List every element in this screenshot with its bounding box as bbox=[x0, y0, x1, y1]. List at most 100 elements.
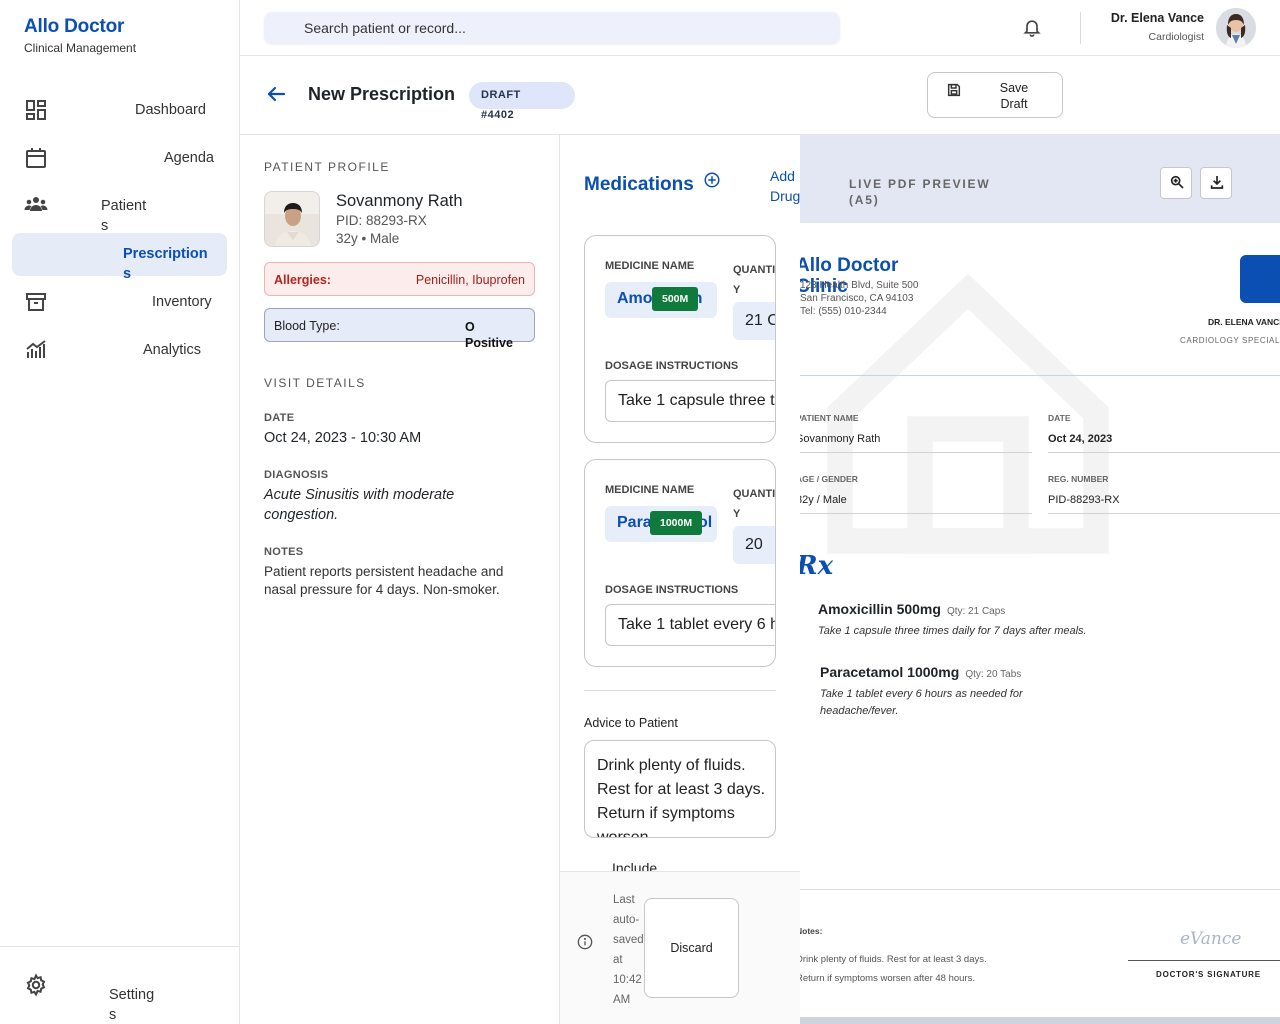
quantity-value: 21 Caps bbox=[745, 312, 775, 329]
patient-pid: PID: 88293-RX bbox=[336, 213, 427, 228]
preview-header: LIVE PDF PREVIEW (A5) bbox=[800, 135, 1280, 223]
search-placeholder: Search patient or record... bbox=[304, 20, 466, 36]
user-role: Cardiologist bbox=[1148, 31, 1204, 43]
zoom-icon bbox=[1170, 175, 1184, 189]
medicine-name-input[interactable]: Paracetamol 1000M bbox=[605, 506, 717, 542]
quantity-label: QUANTITY bbox=[733, 264, 776, 296]
preview-title: LIVE PDF PREVIEW (A5) bbox=[849, 177, 991, 207]
download-button[interactable] bbox=[1200, 167, 1232, 199]
dashboard-icon bbox=[26, 100, 46, 120]
dosage-label: DOSAGE INSTRUCTIONS bbox=[605, 360, 739, 372]
rx-item: Amoxicillin 500mg Qty: 21 Caps Take 1 cap… bbox=[818, 601, 1088, 640]
rx-item-name: Paracetamol 1000mg bbox=[820, 664, 960, 680]
sidebar-item-label: Inventory bbox=[152, 294, 212, 310]
sidebar-item-label: Patients bbox=[101, 198, 147, 234]
medications-footer: Last auto-saved at 10:42 AM Discard bbox=[560, 871, 800, 1024]
signature-label: DOCTOR'S SIGNATURE bbox=[1156, 970, 1261, 979]
pdf-notes-line: Return if symptoms worsen after 48 hours… bbox=[800, 973, 975, 984]
rx-item-name: Amoxicillin 500mg bbox=[818, 601, 941, 617]
medicine-name-input[interactable]: Amoxicillin 500M bbox=[605, 282, 717, 318]
sidebar-item-settings[interactable]: Settings bbox=[12, 969, 227, 1023]
sidebar-item-analytics[interactable]: Analytics bbox=[12, 330, 227, 370]
clinic-address-line: 123 Health Blvd, Suite 500 bbox=[800, 280, 919, 291]
user-name: Dr. Elena Vance bbox=[1110, 11, 1204, 25]
dosage-input[interactable]: Take 1 tablet every 6 hours bbox=[605, 604, 775, 646]
blood-type: Blood Type: O Positive bbox=[264, 308, 535, 350]
sheet-shadow bbox=[800, 1017, 1280, 1024]
dosage-label: DOSAGE INSTRUCTIONS bbox=[605, 584, 739, 596]
diagnosis-value: Acute Sinusitis with moderate congestion… bbox=[264, 487, 455, 523]
divider bbox=[1048, 513, 1280, 514]
medications-panel: Medications Add Drug MEDICINE NAME QUANT… bbox=[560, 135, 800, 1024]
sidebar-item-prescriptions[interactable]: Prescriptions bbox=[12, 233, 227, 282]
advice-textarea[interactable]: Drink plenty of fluids. Rest for at leas… bbox=[584, 740, 776, 838]
allergy-alert: Allergies: Penicillin, Ibuprofen bbox=[264, 262, 535, 296]
quantity-label: QUANTITY bbox=[733, 488, 776, 520]
date-label: DATE bbox=[264, 412, 295, 424]
pdf-age: 32y / Male bbox=[800, 494, 847, 506]
advice-text: Drink plenty of fluids. Rest for at leas… bbox=[597, 757, 766, 838]
pdf-doctor-name: DR. ELENA VANCE bbox=[1208, 317, 1280, 327]
pdf-doctor-specialty: CARDIOLOGY SPECIALIST bbox=[1180, 336, 1280, 345]
dosage-input[interactable]: Take 1 capsule three times daily bbox=[605, 380, 775, 422]
prescription-sheet: Allo Doctor Clinic 123 Health Blvd, Suit… bbox=[800, 223, 1280, 1017]
medication-card: MEDICINE NAME QUANTITY Paracetamol 1000M… bbox=[584, 459, 776, 667]
clinic-address-line: San Francisco, CA 94103 bbox=[800, 293, 914, 304]
sidebar-item-label: Settings bbox=[109, 987, 155, 1023]
bell-icon[interactable] bbox=[1022, 16, 1042, 38]
allergies-label: Allergies: bbox=[274, 273, 331, 287]
save-draft-label: Save Draft bbox=[999, 81, 1029, 111]
pdf-date-label: DATE bbox=[1048, 413, 1071, 423]
pdf-age-label: AGE / GENDER bbox=[800, 474, 858, 484]
patient-panel: PATIENT PROFILE Sovanmony Rath PID: 8829… bbox=[240, 135, 560, 1024]
people-icon bbox=[24, 197, 48, 211]
dosage-value: Take 1 capsule three times daily bbox=[618, 392, 775, 409]
calendar-icon bbox=[26, 148, 46, 168]
pdf-reg: PID-88293-RX bbox=[1048, 494, 1120, 506]
archive-icon bbox=[26, 293, 46, 311]
add-circle-icon[interactable] bbox=[703, 171, 721, 189]
doctor-signature: eVance bbox=[1180, 929, 1242, 949]
sidebar-item-inventory[interactable]: Inventory bbox=[12, 282, 227, 328]
brand: Allo Doctor Clinical Management bbox=[24, 16, 136, 55]
zoom-button[interactable] bbox=[1160, 167, 1192, 199]
pdf-patient-name-label: PATIENT NAME bbox=[800, 413, 859, 423]
rx-symbol: Rx bbox=[800, 551, 834, 581]
medicine-name-label: MEDICINE NAME bbox=[605, 260, 695, 272]
save-icon bbox=[947, 83, 961, 97]
status-label: DRAFT bbox=[481, 89, 521, 101]
info-icon bbox=[577, 934, 593, 950]
diagnosis-label: DIAGNOSIS bbox=[264, 469, 329, 481]
brand-subtitle: Clinical Management bbox=[24, 41, 137, 55]
sidebar-item-label: Prescriptions bbox=[123, 246, 208, 282]
pdf-reg-label: REG. NUMBER bbox=[1048, 474, 1109, 484]
record-id: #4402 bbox=[481, 109, 515, 121]
search-input[interactable]: Search patient or record... bbox=[264, 12, 840, 44]
clinic-logo bbox=[1240, 255, 1280, 303]
rx-item: Paracetamol 1000mg Qty: 20 Tabs Take 1 ta… bbox=[820, 664, 1090, 720]
pdf-notes-label: Notes: bbox=[800, 926, 823, 936]
back-arrow-icon[interactable] bbox=[264, 82, 288, 106]
add-drug-button[interactable]: Add Drug bbox=[770, 166, 800, 206]
section-label-patient: PATIENT PROFILE bbox=[264, 160, 390, 174]
quantity-input[interactable]: 21 Caps bbox=[733, 302, 775, 340]
download-icon bbox=[1210, 176, 1224, 189]
medicine-name-label: MEDICINE NAME bbox=[605, 484, 695, 496]
gear-icon bbox=[26, 973, 46, 997]
pdf-notes-line: Drink plenty of fluids. Rest for at leas… bbox=[800, 954, 987, 965]
quantity-input[interactable]: 20 bbox=[733, 526, 775, 564]
save-draft-button[interactable]: Save Draft bbox=[927, 72, 1063, 118]
quantity-value: 20 bbox=[745, 536, 763, 553]
strength-badge: 1000M bbox=[650, 511, 703, 535]
pdf-patient-name: Sovanmony Rath bbox=[800, 433, 881, 445]
sidebar-item-patients[interactable]: Patients bbox=[12, 186, 227, 234]
sidebar-item-dashboard[interactable]: Dashboard bbox=[12, 90, 227, 130]
clinic-phone: Tel: (555) 010-2344 bbox=[800, 306, 887, 317]
discard-button[interactable]: Discard bbox=[644, 898, 739, 998]
signature-line bbox=[1128, 960, 1280, 961]
allergies-value: Penicillin, Ibuprofen bbox=[415, 273, 525, 287]
avatar[interactable] bbox=[1216, 8, 1256, 48]
sidebar-item-label: Agenda bbox=[164, 150, 214, 166]
sidebar-item-agenda[interactable]: Agenda bbox=[12, 138, 227, 178]
pdf-date: Oct 24, 2023 bbox=[1048, 433, 1113, 445]
